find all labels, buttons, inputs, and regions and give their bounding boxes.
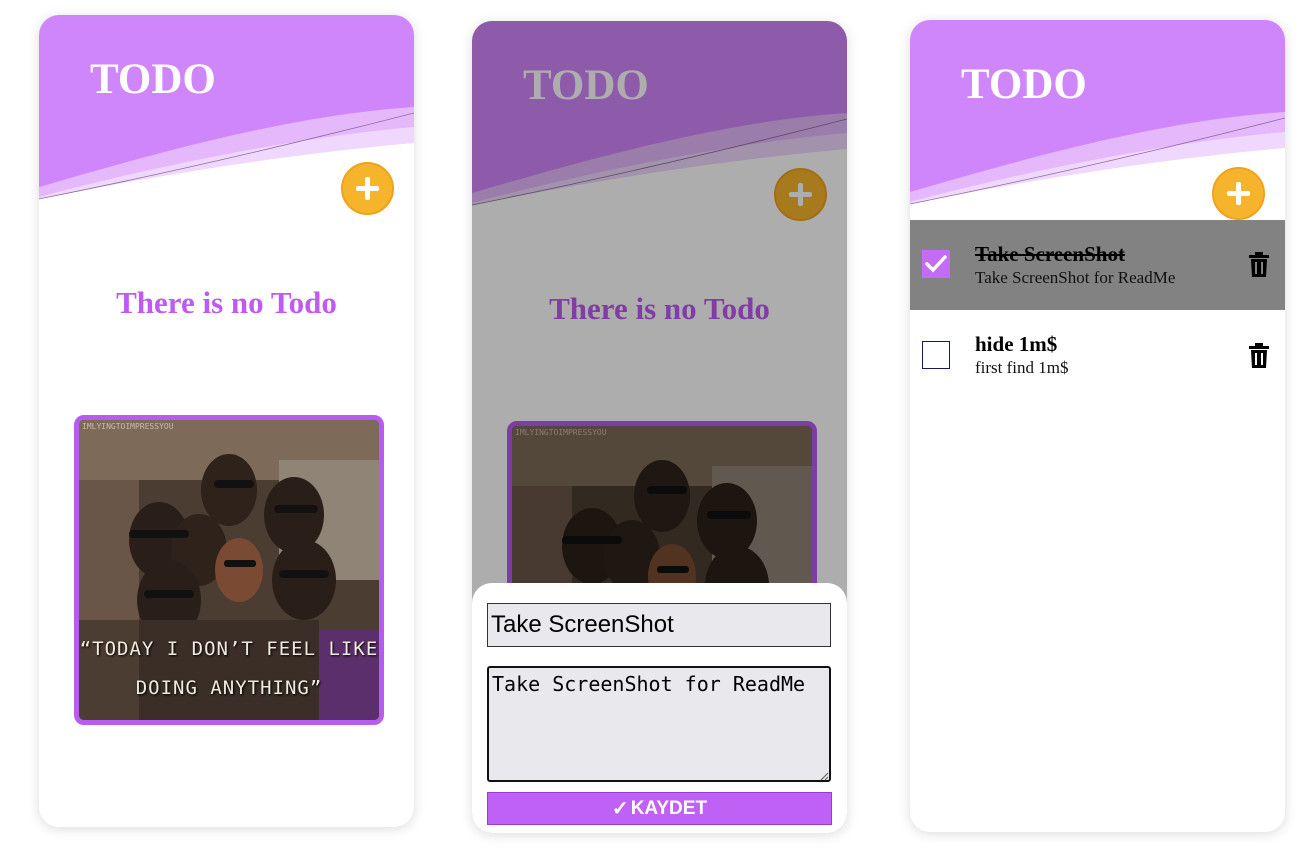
todo-title: hide 1m$ bbox=[975, 332, 1058, 356]
gif-caption-line: “TODAY I DON’T FEEL LIKE bbox=[79, 638, 379, 660]
app-title: TODO bbox=[90, 56, 216, 103]
add-todo-sheet: Take ScreenShot for ReadMe ✓ KAYDET bbox=[472, 583, 847, 833]
todo-item[interactable]: hide 1m$ first find 1m$ bbox=[910, 310, 1285, 400]
todo-checkbox-unchecked[interactable] bbox=[922, 341, 950, 369]
screen-add-form: TODO There is no Todo IMLYINGTOIMPRESSYO… bbox=[472, 21, 847, 833]
todo-item[interactable]: Take ScreenShot Take ScreenShot for Read… bbox=[910, 220, 1285, 310]
gif-caption-line: DOING ANYTHING” bbox=[135, 677, 323, 699]
gif-watermark: IMLYINGTOIMPRESSYOU bbox=[82, 422, 174, 431]
empty-message: There is no Todo bbox=[116, 285, 337, 320]
todo-title: Take ScreenShot bbox=[975, 242, 1125, 266]
plus-icon bbox=[1227, 182, 1250, 205]
checkmark-icon bbox=[925, 255, 947, 273]
screen-todo-list: TODO Take ScreenShot Take ScreenShot for… bbox=[910, 20, 1285, 832]
app-title: TODO bbox=[961, 61, 1087, 108]
save-button[interactable]: ✓ KAYDET bbox=[487, 792, 832, 825]
trash-icon[interactable] bbox=[1246, 251, 1272, 279]
todo-description-input[interactable]: Take ScreenShot for ReadMe bbox=[487, 666, 831, 782]
save-button-label: KAYDET bbox=[630, 797, 708, 819]
screen-empty-state: TODO There is no Todo IMLYINGTOIMPRESSYO… bbox=[39, 15, 414, 827]
plus-icon bbox=[356, 177, 379, 200]
add-todo-button[interactable] bbox=[341, 162, 394, 215]
empty-state-gif: IMLYINGTOIMPRESSYOU “TODAY I DON’T FEEL … bbox=[74, 415, 384, 725]
trash-icon[interactable] bbox=[1246, 342, 1272, 370]
gif-caption: “TODAY I DON’T FEEL LIKE DOING ANYTHING” bbox=[79, 630, 379, 708]
todo-checkbox-checked[interactable] bbox=[922, 250, 950, 278]
todo-description: Take ScreenShot for ReadMe bbox=[975, 268, 1176, 287]
todo-title-input[interactable] bbox=[487, 603, 831, 647]
resize-grip-icon[interactable] bbox=[819, 771, 829, 781]
add-todo-button[interactable] bbox=[1212, 167, 1265, 220]
todo-description: first find 1m$ bbox=[975, 358, 1069, 377]
checkmark-icon: ✓ bbox=[611, 798, 629, 820]
